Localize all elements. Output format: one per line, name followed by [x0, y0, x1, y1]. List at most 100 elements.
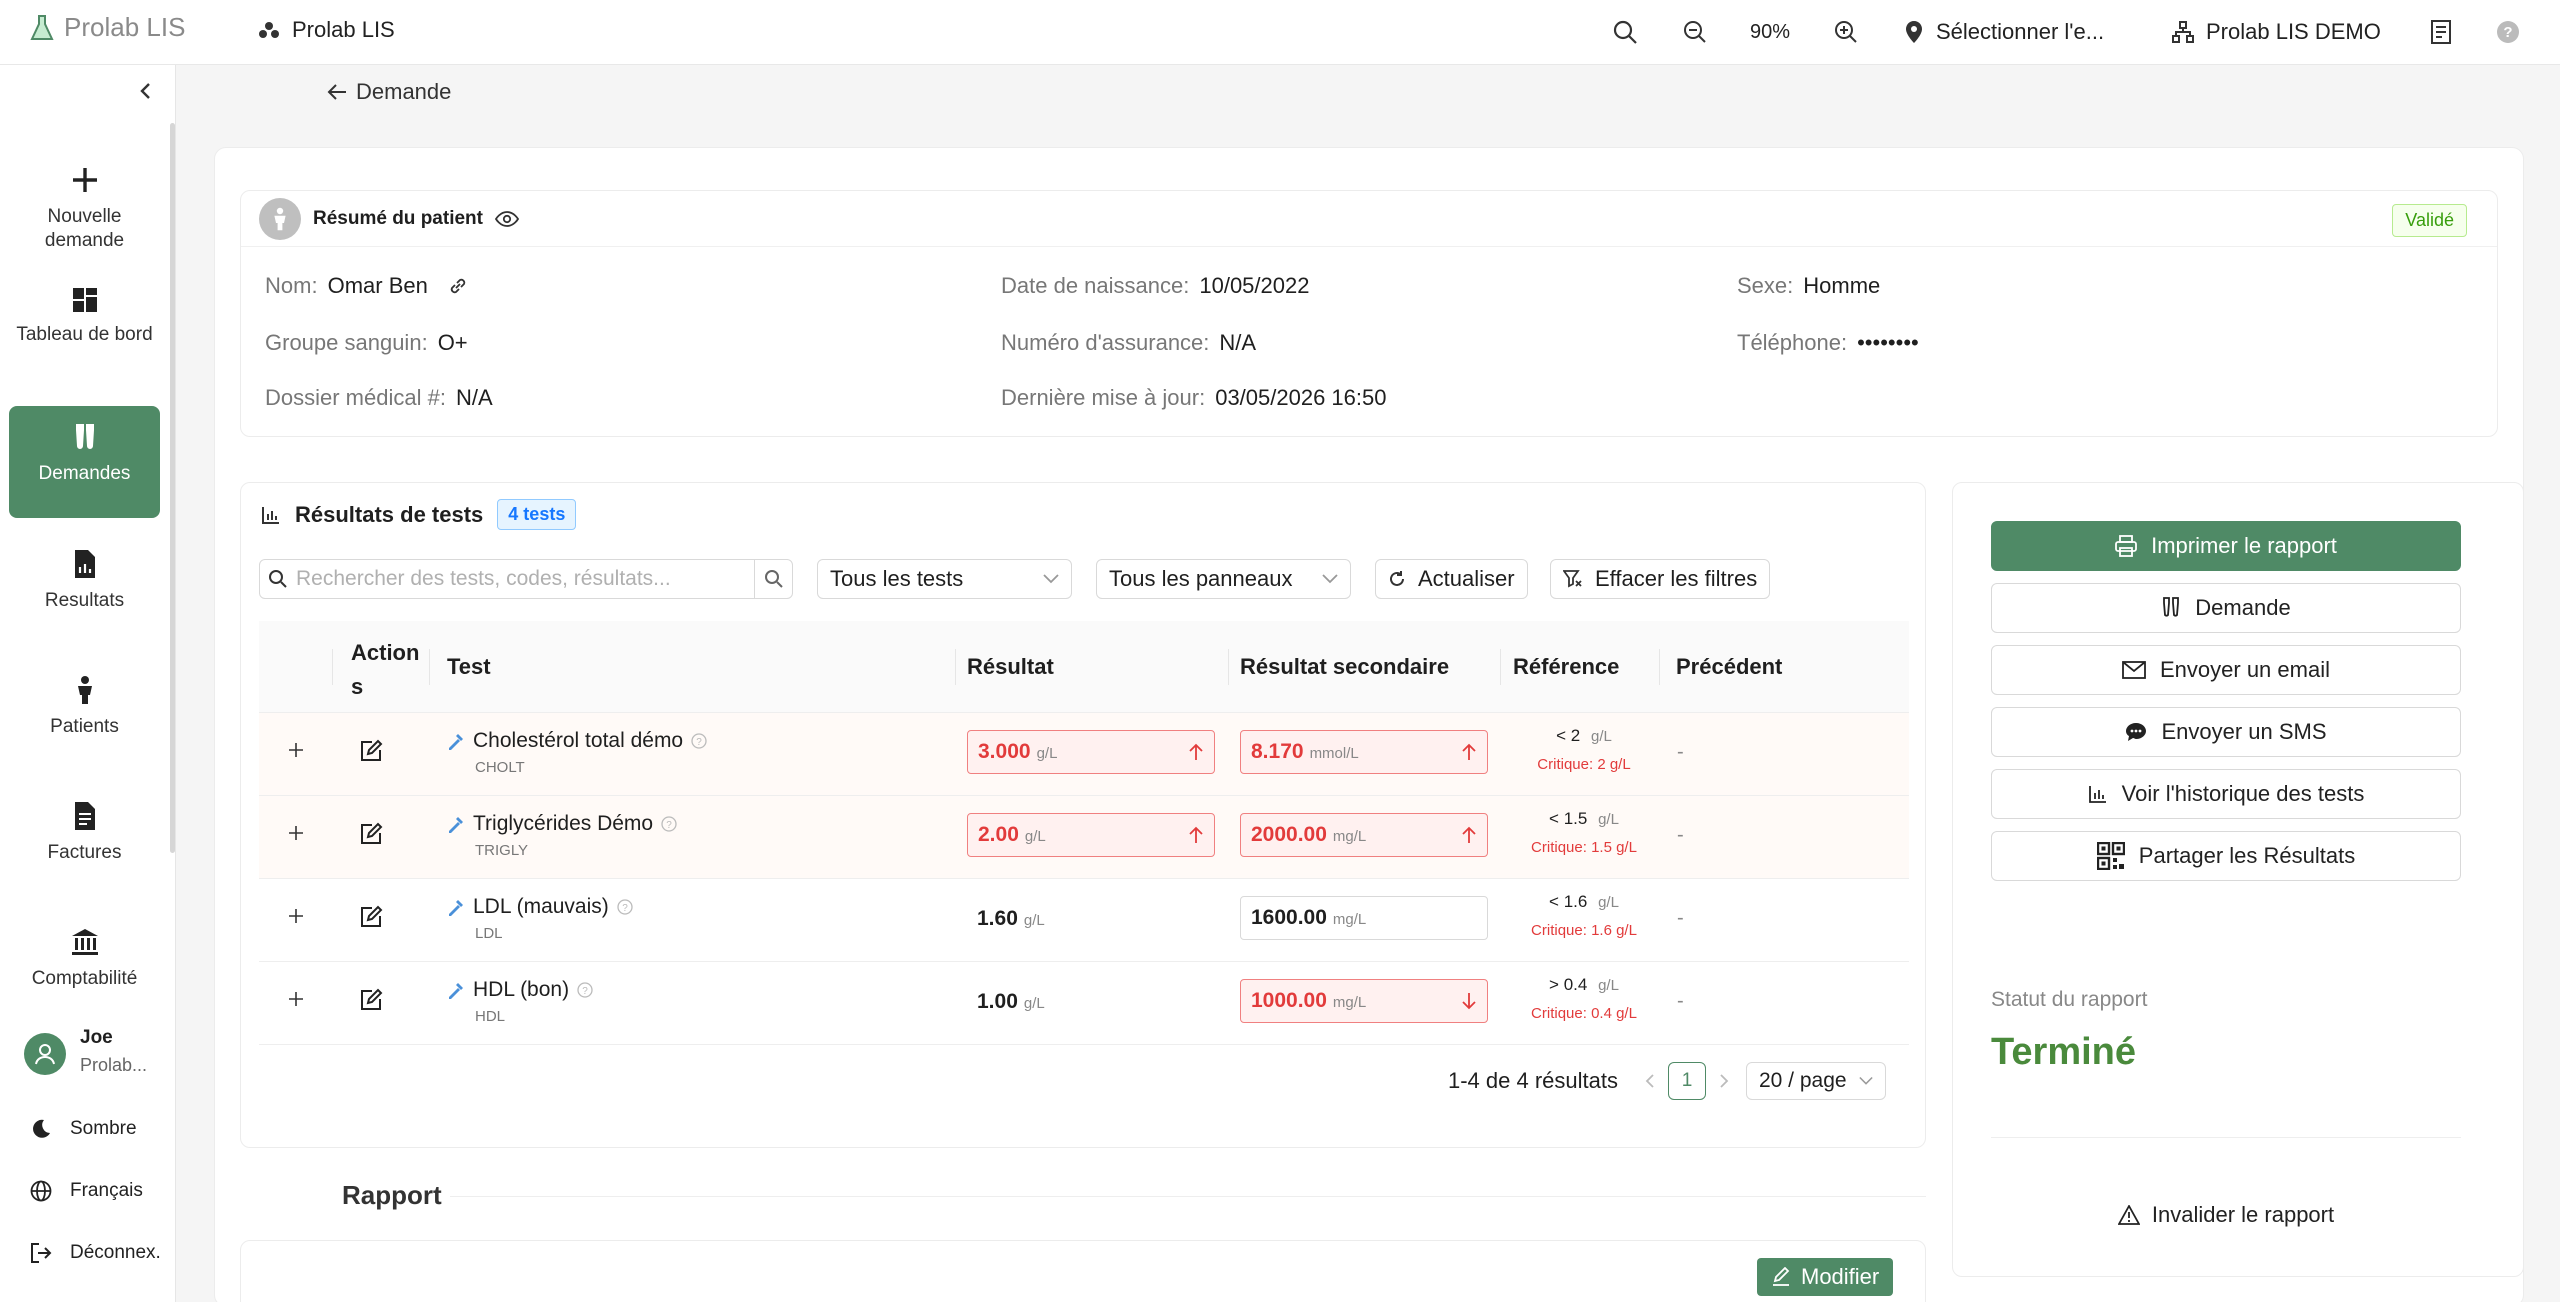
test-filter-select[interactable]: Tous les tests — [817, 559, 1072, 599]
chevron-down-icon — [1322, 574, 1338, 584]
edit-button[interactable] — [359, 905, 383, 929]
moon-icon — [30, 1118, 52, 1140]
field-sexe: Sexe: Homme — [1737, 273, 1880, 299]
previous-value: - — [1677, 990, 1684, 1012]
clear-filters-button[interactable]: Effacer les filtres — [1550, 559, 1771, 599]
sidebar-item-comptabilite[interactable]: Comptabilité — [9, 911, 160, 1021]
brand[interactable]: Prolab LIS — [30, 12, 185, 43]
zoom-out-button[interactable] — [1683, 15, 1707, 49]
expand-row-button[interactable] — [287, 741, 305, 759]
edit-button[interactable] — [359, 988, 383, 1012]
sidebar-item-nouvelle-demande[interactable]: Nouvelle demande — [9, 149, 160, 259]
result-value[interactable]: 1.60 g/L — [977, 907, 1045, 931]
avatar — [24, 1033, 66, 1075]
table-row: HDL (bon)? HDL 1.00 g/L 1000.00 mg/L > 0.4… — [259, 962, 1909, 1045]
results-title: Résultats de tests — [295, 501, 484, 527]
test-name: Cholestérol total démo — [473, 729, 684, 752]
test-name: HDL (bon) — [473, 978, 570, 1001]
previous-value: - — [1677, 907, 1684, 929]
sidebar: Nouvelle demande Tableau de bord Demande… — [0, 65, 176, 1302]
reference-cell: < 2 g/L Critique: 2 g/L — [1499, 726, 1669, 773]
secondary-result-value[interactable]: 1000.00 mg/L — [1240, 979, 1488, 1023]
results-header: Résultats de tests 4 tests — [261, 499, 577, 530]
zoom-in-button[interactable] — [1834, 15, 1858, 49]
test-code: CHOLT — [475, 759, 525, 776]
result-value[interactable]: 3.000 g/L — [967, 730, 1215, 774]
search-button[interactable] — [1612, 15, 1638, 49]
secondary-result-value[interactable]: 2000.00 mg/L — [1240, 813, 1488, 857]
refresh-button[interactable]: Actualiser — [1375, 559, 1528, 599]
info-icon[interactable]: ? — [577, 982, 593, 998]
email-label: Envoyer un email — [2160, 657, 2330, 682]
edit-button[interactable] — [359, 739, 383, 763]
info-icon[interactable]: ? — [617, 899, 633, 915]
next-page-button[interactable] — [1718, 1073, 1730, 1089]
critical-value: Critique: 2 g/L — [1537, 756, 1631, 773]
prev-page-button[interactable] — [1644, 1073, 1656, 1089]
result-value[interactable]: 2.00 g/L — [967, 813, 1215, 857]
result-value[interactable]: 1.00 g/L — [977, 990, 1045, 1014]
page-size-select[interactable]: 20 / page — [1745, 1062, 1886, 1100]
field-nom: Nom: Omar Ben — [265, 273, 468, 299]
search-input[interactable] — [296, 567, 754, 591]
help-button[interactable]: ? — [2496, 15, 2520, 49]
edit-button[interactable] — [359, 822, 383, 846]
sidebar-item-patients[interactable]: Patients — [9, 659, 160, 769]
print-report-button[interactable]: Imprimer le rapport — [1991, 521, 2461, 571]
edit-icon — [1771, 1267, 1791, 1287]
sidebar-item-label: Comptabilité — [31, 968, 138, 989]
language-selector[interactable]: Français — [30, 1180, 143, 1202]
test-cell: Triglycérides Démo? TRIGLY — [447, 812, 677, 859]
org-selector[interactable]: Prolab LIS DEMO — [2172, 15, 2381, 49]
user-org: Prolab... — [80, 1055, 148, 1075]
send-sms-button[interactable]: Envoyer un SMS — [1991, 707, 2461, 757]
chevron-down-icon — [1043, 574, 1059, 584]
location-selector[interactable]: Sélectionner l'e... — [1904, 15, 2104, 49]
page-number[interactable]: 1 — [1667, 1062, 1706, 1100]
eye-icon[interactable] — [494, 210, 519, 228]
invalidate-report-button[interactable]: Invalider le rapport — [1991, 1193, 2461, 1237]
sidebar-item-tableau-de-bord[interactable]: Tableau de bord — [9, 271, 160, 381]
table-header: Action s Test Résultat Résultat secondai… — [259, 621, 1909, 713]
test-history-button[interactable]: Voir l'historique des tests — [1991, 769, 2461, 819]
svg-text:?: ? — [2503, 24, 2512, 41]
expand-row-button[interactable] — [287, 990, 305, 1008]
logout-button[interactable]: Déconnex. — [30, 1242, 161, 1264]
chevron-down-icon — [1858, 1076, 1873, 1086]
user-profile[interactable]: Joe Prolab... — [24, 1027, 147, 1076]
plus-icon — [70, 165, 100, 195]
rapport-card — [240, 1240, 1926, 1302]
info-icon[interactable]: ? — [691, 733, 707, 749]
info-icon[interactable]: ? — [661, 816, 677, 832]
patient-dob: 10/05/2022 — [1199, 273, 1310, 298]
modify-label: Modifier — [1801, 1264, 1880, 1289]
send-email-button[interactable]: Envoyer un email — [1991, 645, 2461, 695]
search-submit-button[interactable] — [754, 560, 792, 598]
link-icon[interactable] — [448, 276, 468, 296]
qr-code-icon — [2096, 842, 2125, 870]
panel-filter-select[interactable]: Tous les panneaux — [1096, 559, 1351, 599]
secondary-result-value[interactable]: 1600.00 mg/L — [1240, 896, 1488, 940]
docs-button[interactable] — [2430, 15, 2452, 49]
org-breadcrumb[interactable]: Prolab LIS — [258, 17, 395, 43]
pipette-icon — [447, 898, 465, 916]
secondary-result-value[interactable]: 8.170 mmol/L — [1240, 730, 1488, 774]
share-results-button[interactable]: Partager les Résultats — [1991, 831, 2461, 881]
expand-row-button[interactable] — [287, 907, 305, 925]
test-cell: Cholestérol total démo? CHOLT — [447, 729, 707, 776]
sidebar-item-factures[interactable]: Factures — [9, 785, 160, 895]
sidebar-item-demandes[interactable]: Demandes — [9, 406, 160, 518]
field-label: Dernière mise à jour: — [1001, 385, 1206, 410]
demande-button[interactable]: Demande — [1991, 583, 2461, 633]
patient-name: Omar Ben — [327, 273, 428, 298]
theme-toggle[interactable]: Sombre — [30, 1118, 137, 1140]
divider — [450, 1196, 1926, 1197]
back-link[interactable]: Demande — [326, 79, 451, 105]
sidebar-item-resultats[interactable]: Resultats — [9, 533, 160, 643]
user-name: Joe — [80, 1027, 113, 1048]
expand-row-button[interactable] — [287, 824, 305, 842]
sidebar-scrollbar[interactable] — [170, 123, 175, 853]
collapse-sidebar-button[interactable] — [136, 81, 156, 106]
patient-summary-card: Résumé du patient Validé Nom: Omar Ben D… — [240, 190, 2498, 437]
modify-report-button[interactable]: Modifier — [1757, 1258, 1894, 1296]
